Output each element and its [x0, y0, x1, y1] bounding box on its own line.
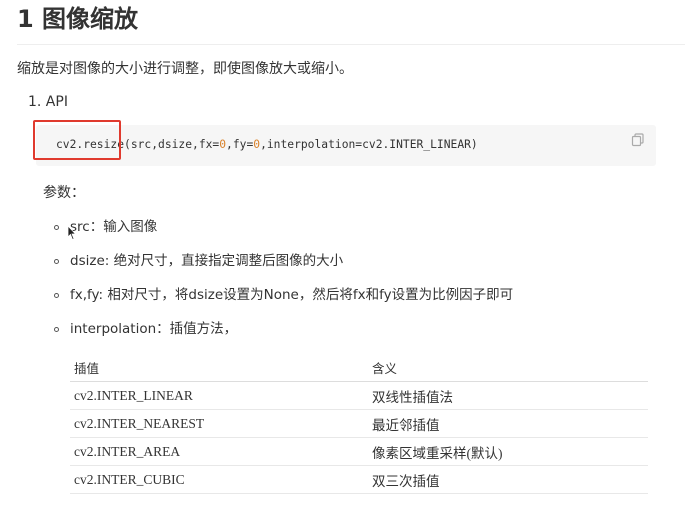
table-cell: 双线性插值法 — [368, 381, 648, 410]
bullet-circle — [54, 259, 59, 264]
mouse-cursor-icon — [67, 225, 77, 241]
copy-icon[interactable] — [631, 133, 645, 147]
page-title: 1 图像缩放 — [17, 5, 139, 33]
param-item-src: src：输入图像 — [70, 219, 158, 235]
table-header-cell: 插值 — [70, 354, 368, 382]
bullet-circle — [54, 327, 59, 332]
table-row: cv2.INTER_AREA 像素区域重采样(默认) — [70, 437, 648, 466]
table-row: cv2.INTER_LINEAR 双线性插值法 — [70, 381, 648, 410]
table-cell: 最近邻插值 — [368, 409, 648, 438]
code-suffix: ,interpolation=cv2.INTER_LINEAR) — [260, 138, 478, 151]
table-cell: cv2.INTER_AREA — [70, 437, 368, 466]
interpolation-table: 插值 含义 cv2.INTER_LINEAR 双线性插值法 cv2.INTER_… — [70, 354, 648, 494]
table-cell: cv2.INTER_LINEAR — [70, 381, 368, 410]
table-row: cv2.INTER_NEAREST 最近邻插值 — [70, 409, 648, 438]
table-header-row: 插值 含义 — [70, 354, 648, 382]
ordered-list-item-api: 1. API — [28, 94, 68, 110]
param-item-dsize: dsize: 绝对尺寸，直接指定调整后图像的大小 — [70, 253, 344, 269]
table-cell: 像素区域重采样(默认) — [368, 437, 648, 466]
bullet-circle — [54, 225, 59, 230]
red-highlight-annotation — [33, 120, 121, 160]
params-label: 参数： — [43, 185, 85, 201]
bullet-circle — [54, 293, 59, 298]
table-cell: 双三次插值 — [368, 465, 648, 494]
table-header-cell: 含义 — [368, 354, 648, 382]
title-divider — [17, 44, 685, 45]
table-cell: cv2.INTER_CUBIC — [70, 465, 368, 494]
code-block[interactable]: cv2.resize(src,dsize,fx=0,fy=0,interpola… — [36, 125, 656, 166]
table-row: cv2.INTER_CUBIC 双三次插值 — [70, 465, 648, 494]
intro-paragraph: 缩放是对图像的大小进行调整，即使图像放大或缩小。 — [17, 61, 353, 77]
param-item-fx-fy: fx,fy: 相对尺寸，将dsize设置为None，然后将fx和fy设置为比例因… — [70, 287, 514, 303]
table-cell: cv2.INTER_NEAREST — [70, 409, 368, 438]
code-middle: ,fy= — [226, 138, 254, 151]
param-item-interpolation: interpolation：插值方法， — [70, 321, 238, 337]
